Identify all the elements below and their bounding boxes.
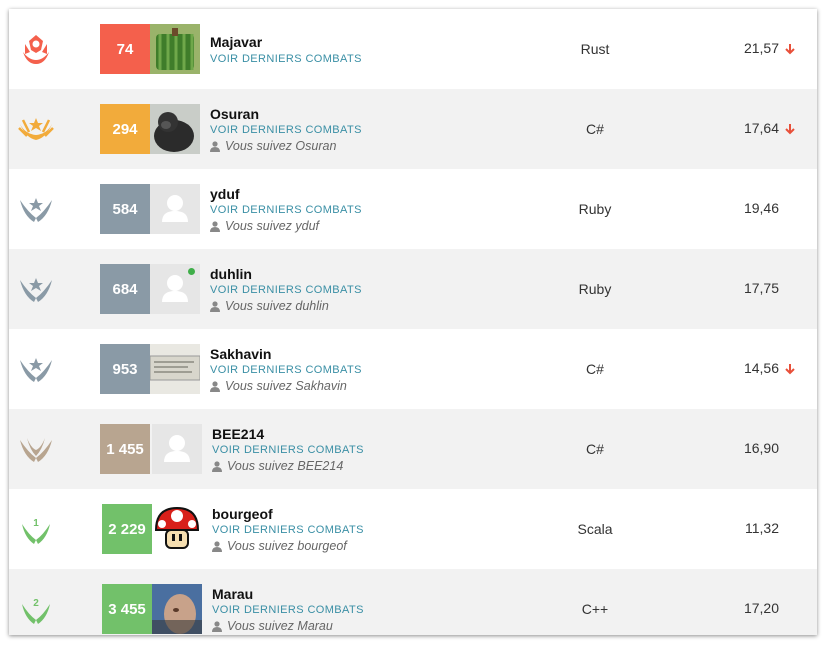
rank-badge: 74 [100, 24, 150, 74]
language: C# [586, 361, 604, 377]
player-name[interactable]: bourgeof [212, 506, 273, 522]
wood-league-icon: 2 [22, 598, 50, 624]
view-last-fights-link[interactable]: VOIR DERNIERS COMBATS [210, 364, 362, 376]
language: Ruby [578, 281, 612, 297]
view-last-fights-link[interactable]: VOIR DERNIERS COMBATS [210, 53, 362, 65]
view-last-fights-link[interactable]: VOIR DERNIERS COMBATS [212, 444, 364, 456]
leaderboard-row: 74 Majavar VOIR DERNIERS COMBATS Rust 21… [9, 9, 817, 89]
score: 17,64 [743, 120, 779, 136]
leaderboard-row: 1 2 229 bourgeof VOIR DERNIERS COMBATS V… [9, 489, 817, 569]
avatar[interactable] [150, 104, 200, 154]
rank-badge: 684 [100, 264, 150, 314]
player-name[interactable]: Sakhavin [210, 346, 271, 362]
arrow-down-icon [785, 44, 795, 55]
following-status: Vous suivez Marau [212, 619, 333, 633]
arrow-down-icon [785, 124, 795, 135]
silver-league-icon [20, 278, 52, 302]
score: 19,46 [743, 200, 779, 216]
leaderboard-row: 953 Sakhavin VOIR DERNIERS COMBATS Vous … [9, 329, 817, 409]
watermelon-avatar-icon [150, 24, 200, 74]
user-icon [212, 620, 222, 632]
leaderboard-row: 294 Osuran VOIR DERNIERS COMBATS Vous su… [9, 89, 817, 169]
rank-badge: 584 [100, 184, 150, 234]
wood-league-number: 2 [33, 598, 39, 609]
view-last-fights-link[interactable]: VOIR DERNIERS COMBATS [210, 124, 362, 136]
score: 21,57 [743, 40, 779, 56]
gorilla-avatar-icon [150, 104, 200, 154]
following-status: Vous suivez BEE214 [212, 459, 343, 473]
score: 17,75 [743, 280, 779, 296]
leaderboard-row: 584 yduf VOIR DERNIERS COMBATS Vous suiv… [9, 169, 817, 249]
score: 16,90 [743, 440, 779, 456]
view-last-fights-link[interactable]: VOIR DERNIERS COMBATS [212, 524, 364, 536]
following-status: Vous suivez Sakhavin [210, 379, 347, 393]
mushroom-avatar-icon [152, 504, 202, 554]
view-last-fights-link[interactable]: VOIR DERNIERS COMBATS [210, 204, 362, 216]
avatar[interactable] [152, 584, 202, 634]
following-text: Vous suivez Marau [227, 619, 333, 633]
language: C# [586, 441, 604, 457]
bronze-league-icon [20, 438, 52, 462]
following-text: Vous suivez BEE214 [227, 459, 344, 473]
player-name[interactable]: duhlin [210, 266, 252, 282]
player-name[interactable]: Marau [212, 586, 253, 602]
rank-badge: 3 455 [102, 584, 152, 634]
avatar[interactable] [150, 24, 200, 74]
following-text: Vous suivez Osuran [225, 139, 337, 153]
player-name[interactable]: Majavar [210, 34, 262, 50]
leaderboard-row: 684 duhlin VOIR DERNIERS COMBATS Vous su… [9, 249, 817, 329]
following-text: Vous suivez Sakhavin [225, 379, 347, 393]
language: Rust [580, 41, 610, 57]
user-icon [210, 140, 220, 152]
avatar[interactable] [150, 344, 200, 394]
rank-badge: 1 455 [100, 424, 150, 474]
screenshot-avatar-icon [150, 344, 200, 394]
arrow-down-icon [785, 364, 795, 375]
following-status: Vous suivez Osuran [210, 139, 336, 153]
player-name[interactable]: BEE214 [212, 426, 264, 442]
leaderboard-panel: 74 Majavar VOIR DERNIERS COMBATS Rust 21… [9, 9, 817, 635]
avatar[interactable] [150, 184, 200, 234]
avatar[interactable] [152, 424, 202, 474]
view-last-fights-link[interactable]: VOIR DERNIERS COMBATS [212, 604, 364, 616]
gold-league-icon [18, 118, 54, 140]
avatar[interactable] [152, 504, 202, 554]
language: C# [586, 121, 604, 137]
online-status-dot [188, 268, 195, 275]
language: Ruby [578, 201, 612, 217]
language: Scala [577, 521, 613, 537]
score: 17,20 [743, 600, 779, 616]
score: 14,56 [743, 360, 779, 376]
user-icon [212, 540, 222, 552]
following-status: Vous suivez duhlin [210, 299, 329, 313]
silver-league-icon [20, 358, 52, 382]
wood-league-icon: 1 [22, 518, 50, 544]
rank-badge: 953 [100, 344, 150, 394]
score: 11,32 [745, 520, 779, 536]
face-photo-avatar-icon [152, 584, 202, 634]
leaderboard-row: 2 3 455 Marau VOIR DERNIERS COMBATS Vous… [9, 569, 817, 635]
user-icon [210, 300, 220, 312]
user-icon [210, 380, 220, 392]
player-name[interactable]: yduf [210, 186, 240, 202]
user-icon [210, 220, 220, 232]
rank-badge: 294 [100, 104, 150, 154]
following-status: Vous suivez yduf [210, 219, 319, 233]
default-user-avatar-icon [164, 435, 190, 462]
language: C++ [581, 601, 609, 617]
leaderboard-row: 1 455 BEE214 VOIR DERNIERS COMBATS Vous … [9, 409, 817, 489]
user-icon [212, 460, 222, 472]
following-status: Vous suivez bourgeof [212, 539, 347, 553]
legend-league-icon [23, 35, 49, 64]
default-user-avatar-icon [162, 195, 188, 222]
silver-league-icon [20, 198, 52, 222]
following-text: Vous suivez yduf [225, 219, 320, 233]
view-last-fights-link[interactable]: VOIR DERNIERS COMBATS [210, 284, 362, 296]
wood-league-number: 1 [33, 518, 39, 529]
following-text: Vous suivez duhlin [225, 299, 329, 313]
following-text: Vous suivez bourgeof [227, 539, 347, 553]
rank-badge: 2 229 [102, 504, 152, 554]
player-name[interactable]: Osuran [210, 106, 259, 122]
